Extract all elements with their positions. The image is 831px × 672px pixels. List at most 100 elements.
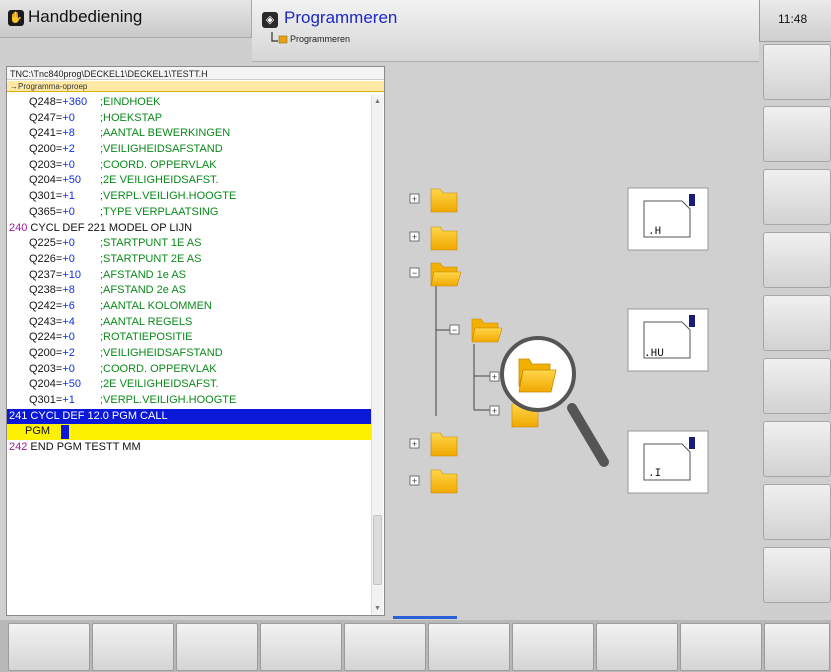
program-lines[interactable]: Q248=+360 ;EINDHOEK Q247=+0 ;HOEKSTAP Q241=+… [7,95,371,456]
q-parameter-value: +1 [62,394,75,407]
machine-mode-label: Handbediening [28,7,143,26]
block-number: 240 [9,221,28,234]
program-line[interactable]: Q301=+1 ;VERPL.VEILIGH.HOOGTE [7,393,371,409]
softkey-7[interactable] [512,623,594,671]
q-parameter-value: +8 [62,127,75,140]
program-line[interactable]: Q237=+10 ;AFSTAND 1e AS [7,268,371,284]
q-parameter-comment: ;AANTAL BEWERKINGEN [100,127,231,140]
q-parameter: Q204=+50 [29,377,81,393]
q-parameter: Q247=+0 [29,111,75,127]
q-parameter-name: Q200= [29,143,63,156]
program-line[interactable]: Q241=+8 ;AANTAL BEWERKINGEN [7,126,371,142]
program-line[interactable]: Q365=+0 ;TYPE VERPLAATSING [7,205,371,221]
q-parameter: Q242=+6 [29,299,75,315]
program-line[interactable]: Q242=+6 ;AANTAL KOLOMMEN [7,299,371,315]
program-block-line[interactable]: 240 CYCL DEF 221 MODEL OP LIJN [7,221,371,237]
program-line[interactable]: Q224=+0 ;ROTATIEPOSITIE [7,330,371,346]
q-parameter-comment: ;AFSTAND 1e AS [100,268,186,281]
svg-text:+: + [492,372,497,382]
q-parameter: Q248=+360 [29,95,87,111]
q-parameter: Q203=+0 [29,158,75,174]
block-text: END PGM TESTT MM [30,441,141,454]
softkey-4[interactable] [260,623,342,671]
program-line[interactable]: Q225=+0 ;STARTPUNT 1E AS [7,236,371,252]
softkey-5[interactable] [344,623,426,671]
file-type-h-icon: .H [627,187,709,251]
q-parameter-comment: ;STARTPUNT 1E AS [100,237,202,250]
scroll-up-arrow-icon[interactable]: ▲ [373,97,382,106]
q-parameter-comment: ;VERPL.VEILIGH.HOOGTE [100,394,237,407]
program-mode-label: Programmeren [284,8,398,27]
q-parameter-value: +0 [62,158,75,171]
program-line[interactable]: Q200=+2 ;VEILIGHEIDSAFSTAND [7,346,371,362]
q-parameter-value: +8 [62,284,75,297]
vertical-softkey-1[interactable] [763,44,831,100]
scrollbar-thumb[interactable] [373,515,382,585]
vertical-softkey-3[interactable] [763,169,831,225]
q-parameter: Q238=+8 [29,283,75,299]
section-title: →Programma-oproep [7,81,384,92]
q-parameter-comment: ;2E VEILIGHEIDSAFST. [100,378,219,391]
program-line[interactable]: Q301=+1 ;VERPL.VEILIGH.HOOGTE [7,189,371,205]
program-line[interactable]: Q248=+360 ;EINDHOEK [7,95,371,111]
program-line[interactable]: Q204=+50 ;2E VEILIGHEIDSAFST. [7,173,371,189]
q-parameter: Q203=+0 [29,362,75,378]
program-line[interactable]: Q243=+4 ;AANTAL REGELS [7,315,371,331]
program-block-line[interactable]: 242 END PGM TESTT MM [7,440,371,456]
q-parameter-name: Q247= [29,111,63,124]
file-type-label: .I [648,468,661,480]
program-line[interactable]: Q203=+0 ;COORD. OPPERVLAK [7,362,371,378]
vertical-softkey-7[interactable] [763,421,831,477]
q-parameter: Q237=+10 [29,268,81,284]
vertical-softkey-8[interactable] [763,484,831,540]
softkey-8[interactable] [596,623,678,671]
editor-scrollbar[interactable]: ▲ ▼ [371,95,383,615]
folder-row-3-open: − [409,262,462,287]
file-type-label: .H [648,226,661,238]
q-parameter-name: Q226= [29,252,63,265]
softkey-2[interactable] [92,623,174,671]
folder-row-4-open: − [449,318,503,343]
pgm-input-line[interactable]: PGM [7,424,371,441]
softkey-6[interactable] [428,623,510,671]
program-line[interactable]: Q200=+2 ;VEILIGHEIDSAFSTAND [7,142,371,158]
help-graphic-panel: + + − − + + + + .H .HU .I [386,66,754,616]
program-line[interactable]: Q247=+0 ;HOEKSTAP [7,111,371,127]
softkey-1[interactable] [8,623,90,671]
softkey-3[interactable] [176,623,258,671]
tnc-screen: { "header": { "mode_machine": {"label": … [0,0,831,672]
q-parameter-value: +0 [62,205,75,218]
vertical-softkey-5[interactable] [763,295,831,351]
q-parameter-name: Q203= [29,158,63,171]
file-type-label: .HU [644,348,664,360]
program-line[interactable]: Q238=+8 ;AFSTAND 2e AS [7,283,371,299]
q-parameter-comment: ;EINDHOEK [100,96,161,108]
q-parameter-name: Q365= [29,205,63,218]
q-parameter-value: +4 [62,315,75,328]
vertical-softkey-6[interactable] [763,358,831,414]
block-number: 242 [9,441,28,454]
softkey-10[interactable] [764,623,830,671]
q-parameter: Q301=+1 [29,393,75,409]
q-parameter: Q224=+0 [29,330,75,346]
input-cursor [61,425,69,440]
vertical-softkey-2[interactable] [763,106,831,162]
svg-text:−: − [412,268,417,278]
q-parameter-value: +1 [62,190,75,203]
svg-text:+: + [412,232,417,242]
selected-program-line[interactable]: 241 CYCL DEF 12.0 PGM CALL [7,408,371,425]
program-line[interactable]: Q204=+50 ;2E VEILIGHEIDSAFST. [7,377,371,393]
program-line[interactable]: Q203=+0 ;COORD. OPPERVLAK [7,158,371,174]
q-parameter-value: +2 [62,143,75,156]
softkey-9[interactable] [680,623,762,671]
scroll-down-arrow-icon[interactable]: ▼ [373,604,382,613]
svg-text:+: + [412,194,417,204]
program-editor[interactable]: TNC:\Tnc840prog\DECKEL1\DECKEL1\TESTT.H … [6,66,385,616]
vertical-softkey-9[interactable] [763,547,831,603]
program-line[interactable]: Q226=+0 ;STARTPUNT 2E AS [7,252,371,268]
q-parameter-name: Q225= [29,237,63,250]
q-parameter-value: +6 [62,299,75,312]
q-parameter-comment: ;2E VEILIGHEIDSAFST. [100,174,219,187]
vertical-softkey-4[interactable] [763,232,831,288]
q-parameter-value: +0 [62,237,75,250]
